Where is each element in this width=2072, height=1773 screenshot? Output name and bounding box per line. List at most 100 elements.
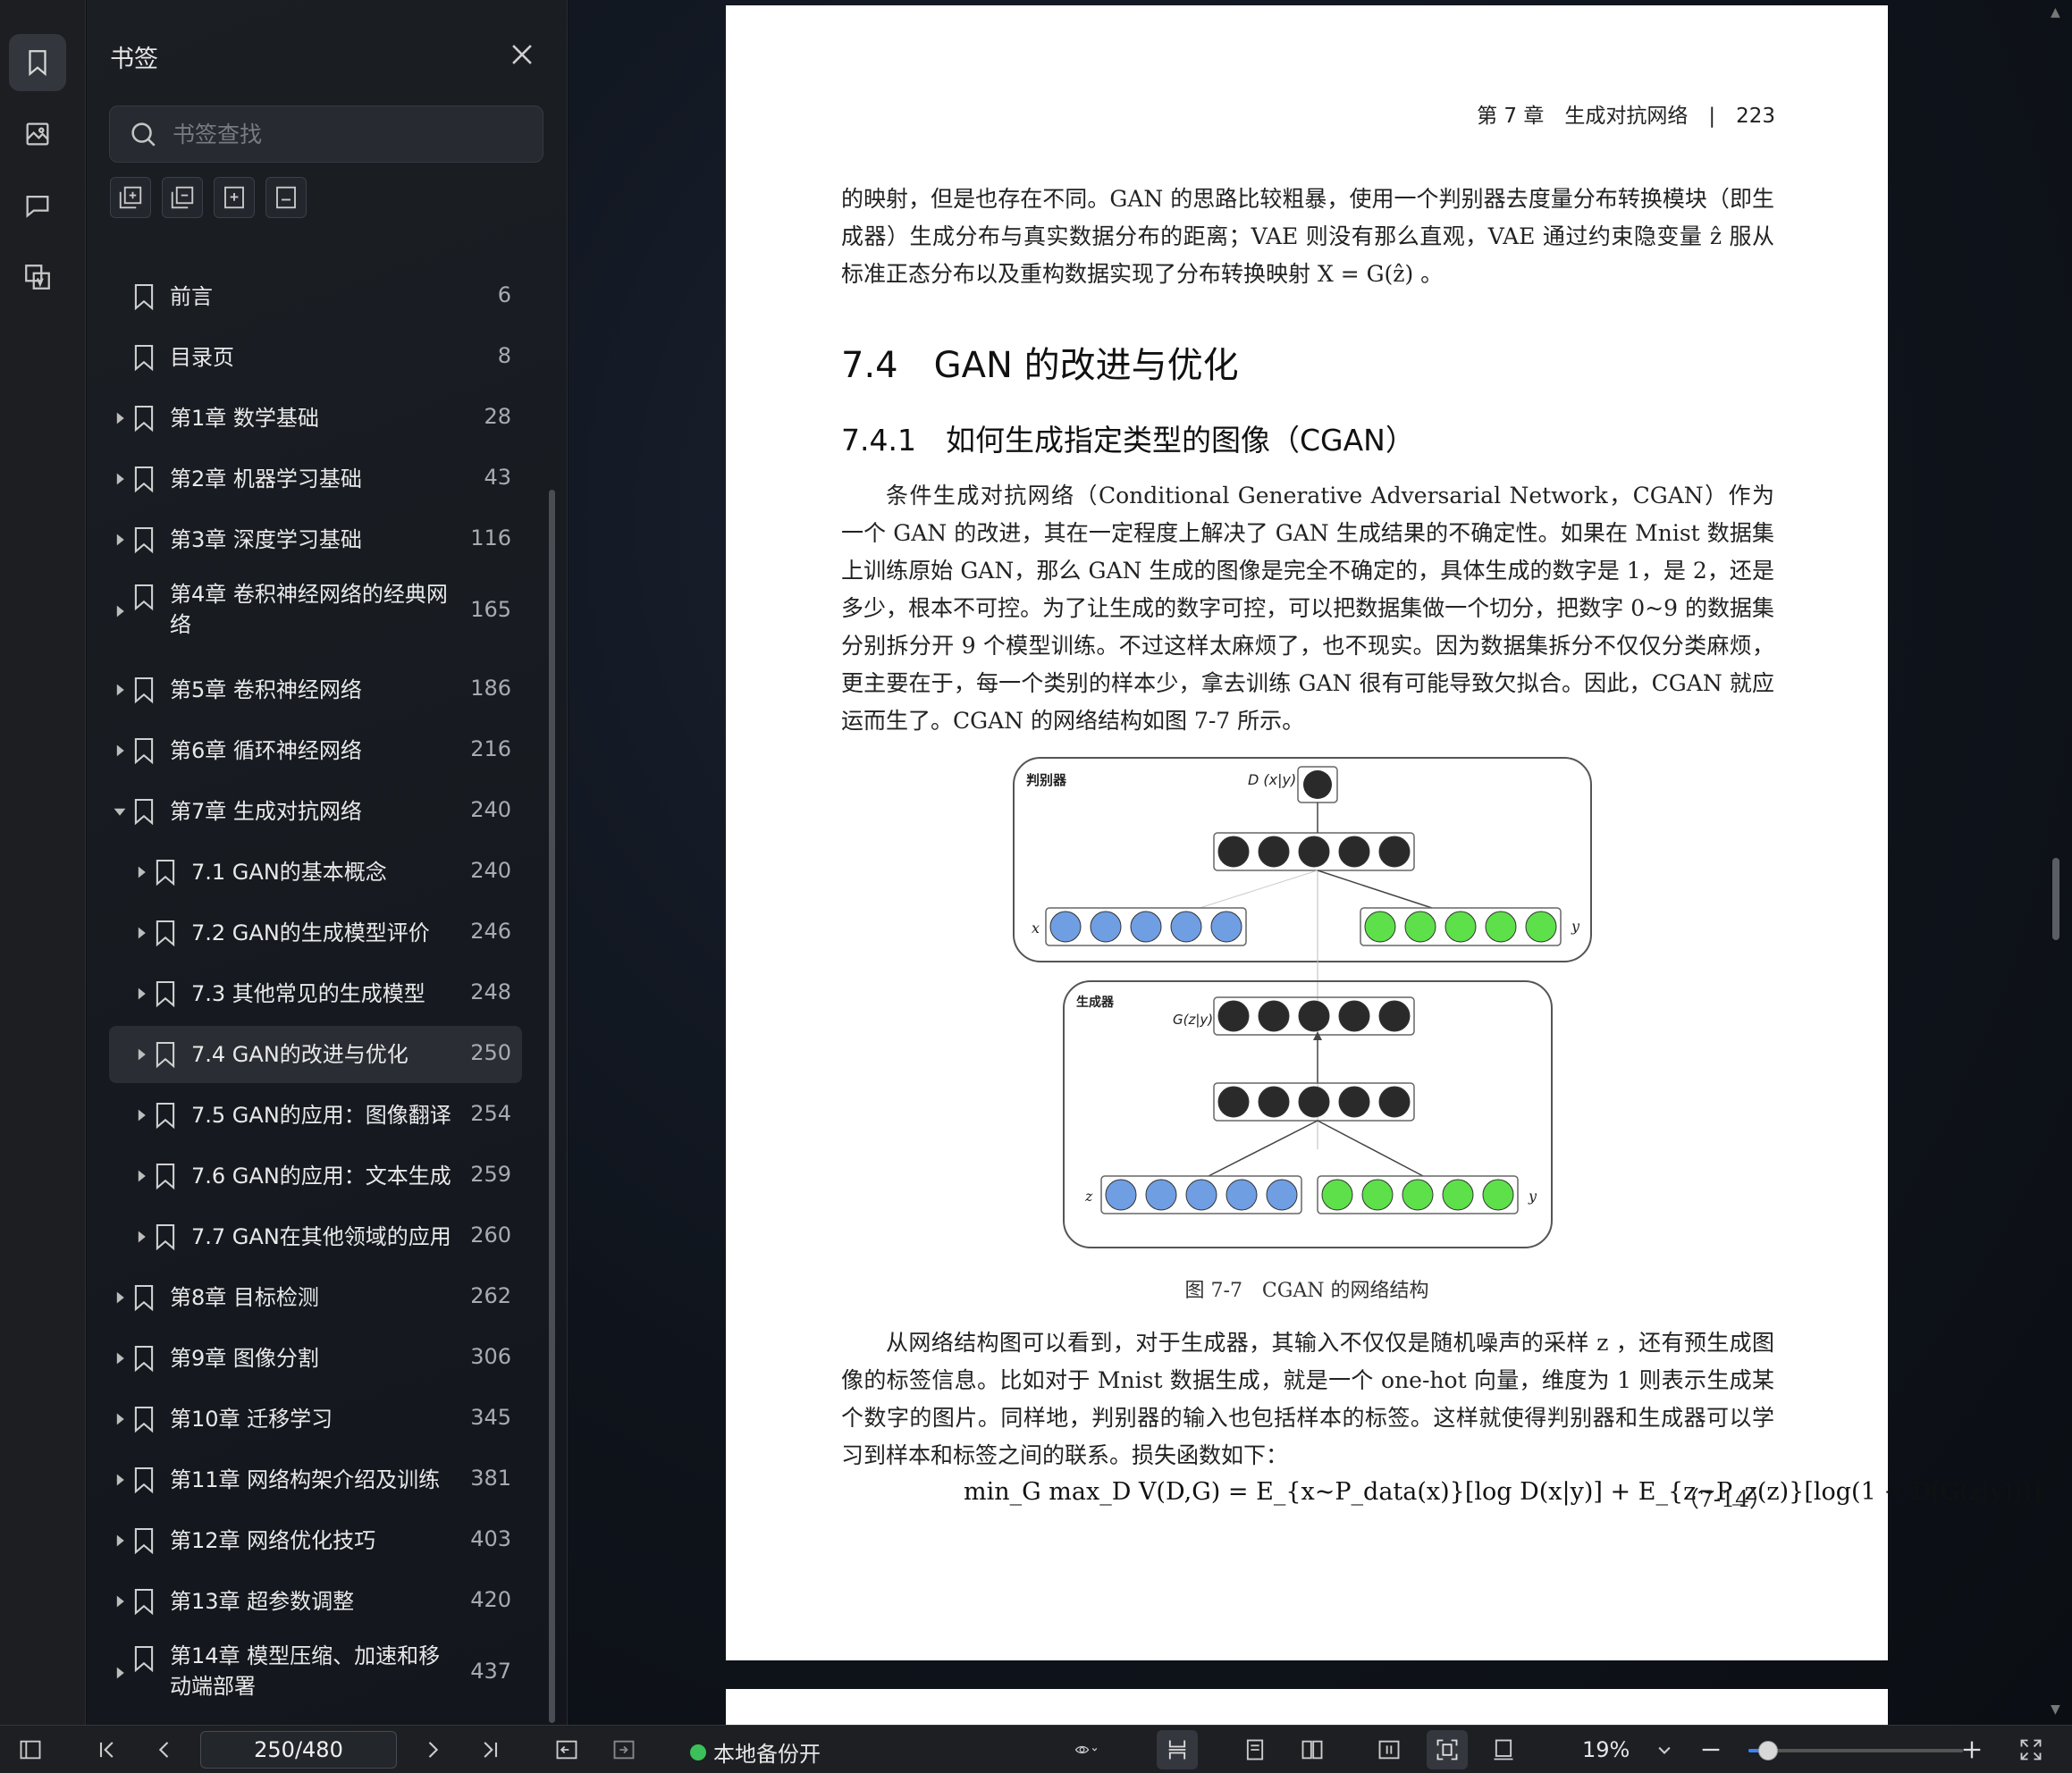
backup-status[interactable]: 本地备份开: [690, 1736, 821, 1768]
zoom-slider-knob[interactable]: [1757, 1741, 1778, 1760]
caret-down-icon[interactable]: [113, 804, 127, 819]
scroll-up-icon[interactable]: ▲: [2051, 5, 2060, 20]
icon-rail: [0, 0, 86, 1725]
fullscreen-button[interactable]: [2017, 1735, 2045, 1764]
y-input-node: [1402, 1179, 1434, 1211]
caret-right-icon[interactable]: [134, 987, 148, 1001]
bookmark-item[interactable]: 第3章 深度学习基础 116: [109, 511, 522, 568]
bookmark-item[interactable]: 第11章 网络构架介绍及训练 381: [109, 1451, 522, 1508]
bookmark-item[interactable]: 第1章 数学基础 28: [109, 390, 522, 447]
y-input-node: [1364, 911, 1396, 943]
caret-right-icon[interactable]: [113, 411, 127, 425]
g-output-node: [1378, 1000, 1411, 1032]
bookmark-item[interactable]: 第8章 目标检测 262: [109, 1269, 522, 1326]
document-scrollbar[interactable]: [2052, 858, 2059, 940]
bookmark-page-number: 381: [470, 1466, 511, 1491]
view-mode-dropdown[interactable]: [1060, 1735, 1114, 1764]
single-page-continuous-button[interactable]: [1157, 1730, 1198, 1769]
last-page-button[interactable]: [476, 1735, 504, 1764]
caret-right-icon[interactable]: [113, 1666, 127, 1680]
chevron-left-icon: [158, 1742, 169, 1758]
caret-right-icon[interactable]: [113, 744, 127, 758]
caret-right-icon[interactable]: [134, 1108, 148, 1122]
search-input[interactable]: [173, 121, 530, 147]
caret-right-icon[interactable]: [134, 1230, 148, 1244]
zoom-slider[interactable]: [1748, 1741, 1963, 1760]
caret-right-icon[interactable]: [113, 604, 127, 618]
caret-right-icon[interactable]: [113, 1473, 127, 1487]
bookmark-panel-icon[interactable]: [9, 34, 66, 91]
fit-page-button[interactable]: [1427, 1730, 1468, 1769]
bookmark-item[interactable]: 第12章 网络优化技巧 403: [109, 1512, 522, 1569]
delete-bookmark-button[interactable]: [265, 177, 307, 218]
caret-right-icon[interactable]: [134, 1047, 148, 1062]
bookmark-item[interactable]: 7.5 GAN的应用：图像翻译 254: [109, 1087, 522, 1144]
bookmark-search[interactable]: [109, 105, 543, 163]
caret-right-icon[interactable]: [113, 1594, 127, 1609]
toggle-sidebar-button[interactable]: [16, 1735, 45, 1764]
bookmark-icon: [134, 1345, 154, 1373]
two-page-button[interactable]: [1298, 1735, 1327, 1764]
caret-right-icon[interactable]: [113, 472, 127, 486]
expand-all-button[interactable]: [110, 177, 151, 218]
bookmark-item[interactable]: 第5章 卷积神经网络 186: [109, 661, 522, 718]
attachment-panel-icon[interactable]: [9, 248, 66, 306]
bookmark-item[interactable]: 7.4 GAN的改进与优化 250: [109, 1026, 522, 1083]
bookmark-item[interactable]: 第4章 卷积神经网络的经典网络 165: [109, 574, 522, 649]
zoom-dropdown[interactable]: [1650, 1735, 1679, 1764]
bookmark-icon: [134, 526, 154, 554]
collapse-all-button[interactable]: [162, 177, 203, 218]
bookmark-label: 第1章 数学基础: [170, 406, 319, 431]
thumbnail-panel-icon[interactable]: [9, 105, 66, 163]
forward-button[interactable]: [610, 1735, 638, 1764]
zoom-in-button[interactable]: [1958, 1735, 1986, 1764]
bookmark-item[interactable]: 前言 6: [109, 268, 522, 325]
zoom-value[interactable]: 19%: [1582, 1737, 1630, 1762]
subsection-heading: 7.4.1 如何生成指定类型的图像（CGAN）: [841, 423, 1415, 458]
scroll-down-icon[interactable]: ▼: [2051, 1702, 2060, 1717]
bookmark-item[interactable]: 7.1 GAN的基本概念 240: [109, 844, 522, 901]
bookmark-icon: [134, 466, 154, 493]
bookmark-item[interactable]: 第14章 模型压缩、加速和移动端部署 437: [109, 1635, 522, 1710]
bookmark-item[interactable]: 目录页 8: [109, 329, 522, 386]
page-number-input[interactable]: [200, 1731, 397, 1769]
caret-right-icon[interactable]: [134, 1169, 148, 1183]
panel-scrollbar[interactable]: [549, 490, 555, 1723]
fit-width-button[interactable]: [1375, 1735, 1403, 1764]
minus-icon: [1702, 1748, 1720, 1752]
bookmark-item[interactable]: 7.2 GAN的生成模型评价 246: [109, 904, 522, 962]
hidden-node: [1298, 1086, 1330, 1118]
bookmark-item[interactable]: 第10章 迁移学习 345: [109, 1391, 522, 1448]
caret-right-icon[interactable]: [113, 1534, 127, 1548]
caret-right-icon[interactable]: [113, 1351, 127, 1365]
caret-right-icon[interactable]: [113, 1290, 127, 1305]
caret-right-icon[interactable]: [113, 683, 127, 697]
zoom-out-button[interactable]: [1697, 1735, 1725, 1764]
caret-right-icon[interactable]: [113, 533, 127, 547]
bookmark-item[interactable]: 第2章 机器学习基础 43: [109, 450, 522, 508]
next-page-button[interactable]: [418, 1735, 447, 1764]
bookmark-item[interactable]: 第6章 循环神经网络 216: [109, 722, 522, 779]
bookmark-item[interactable]: 7.6 GAN的应用：文本生成 259: [109, 1147, 522, 1205]
bookmark-item[interactable]: 7.7 GAN在其他领域的应用 260: [109, 1208, 522, 1265]
actual-size-button[interactable]: [1489, 1735, 1518, 1764]
back-button[interactable]: [552, 1735, 581, 1764]
bookmark-label: 第8章 目标检测: [170, 1285, 319, 1310]
bookmark-icon: [156, 980, 175, 1008]
first-page-button[interactable]: [93, 1735, 122, 1764]
bookmark-item[interactable]: 7.3 其他常见的生成模型 248: [109, 965, 522, 1022]
caret-right-icon[interactable]: [113, 1412, 127, 1426]
caret-right-icon[interactable]: [134, 865, 148, 879]
prev-page-button[interactable]: [150, 1735, 179, 1764]
caret-right-icon[interactable]: [134, 926, 148, 940]
bookmark-icon: [134, 405, 154, 433]
add-bookmark-button[interactable]: [214, 177, 255, 218]
g-output-layer: [1217, 1000, 1411, 1032]
bookmark-label: 第11章 网络构架介绍及训练: [170, 1467, 441, 1492]
close-icon[interactable]: [507, 39, 537, 70]
bookmark-item[interactable]: 第9章 图像分割 306: [109, 1330, 522, 1387]
single-page-button[interactable]: [1241, 1735, 1269, 1764]
bookmark-item[interactable]: 第13章 超参数调整 420: [109, 1573, 522, 1630]
annotation-panel-icon[interactable]: [9, 177, 66, 234]
bookmark-item[interactable]: 第7章 生成对抗网络 240: [109, 783, 522, 840]
